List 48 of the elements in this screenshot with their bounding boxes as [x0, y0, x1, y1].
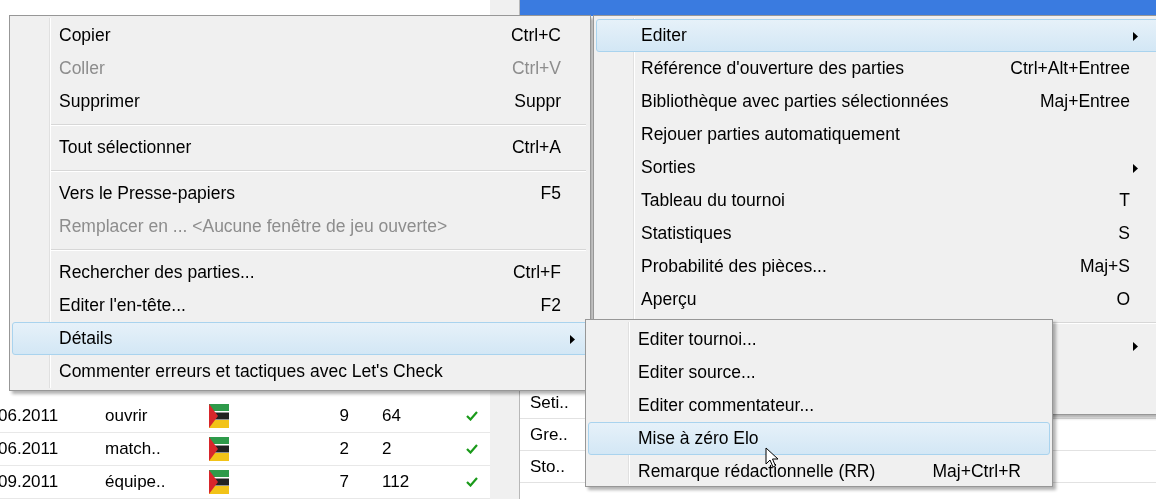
shortcut-text: T [1119, 190, 1130, 211]
shortcut-text: Maj+Entree [1040, 91, 1130, 112]
shortcut-text: Ctrl+C [510, 25, 561, 46]
menu-item[interactable]: Bibliothèque avec parties sélectionnées Maj+Entree [596, 85, 1156, 118]
shortcut-text: F2 [540, 295, 561, 316]
menu-item[interactable]: Tout sélectionner Ctrl+A [12, 131, 588, 164]
shortcut-text: Ctrl+Alt+Entree [1010, 58, 1130, 79]
menu-item[interactable]: Probabilité des pièces... Maj+S [596, 250, 1156, 283]
flag-icon [209, 470, 229, 494]
menu-item[interactable]: Copier Ctrl+C [12, 19, 588, 52]
table-cell-text: 9 [338, 406, 349, 426]
menu-item[interactable]: Editer commentateur... [588, 389, 1050, 422]
shortcut-text: Suppr [514, 91, 561, 112]
menu-item[interactable]: Editer source... [588, 356, 1050, 389]
menu-item[interactable]: Aperçu O [596, 283, 1156, 316]
shortcut-text: S [1118, 223, 1130, 244]
menu-item[interactable]: Rechercher des parties... Ctrl+F [12, 256, 588, 289]
menu-item[interactable]: Détails [12, 322, 588, 355]
menu-item[interactable]: Statistiques S [596, 217, 1156, 250]
table-cell-text: 7 [338, 472, 349, 492]
shortcut-text: Maj+Ctrl+R [932, 461, 1021, 482]
menu-item[interactable]: Editer tournoi... [588, 323, 1050, 356]
table-cell-text: ouvrir [105, 406, 149, 426]
shortcut-text: Maj+S [1079, 256, 1130, 277]
flag-icon [209, 404, 229, 428]
shortcut-text: Ctrl+F [512, 262, 561, 283]
menu-item[interactable]: Tableau du tournoi T [596, 184, 1156, 217]
menu-item[interactable]: Supprimer Suppr [12, 85, 588, 118]
menu-item[interactable]: Vers le Presse-papiers F5 [12, 177, 588, 210]
shortcut-text: O [1116, 289, 1130, 310]
table-cell-text: équipe.. [105, 472, 167, 492]
table-cell-text: 2 [338, 439, 349, 459]
menu-item[interactable]: Commenter erreurs et tactiques avec Let's Check [12, 355, 588, 388]
table-cell-text: match.. [105, 439, 162, 459]
shortcut-text: Ctrl+A [511, 137, 561, 158]
selected-row[interactable] [520, 0, 1156, 16]
menu-item[interactable]: Sorties [596, 151, 1156, 184]
table-cell-text: 112 [382, 472, 411, 492]
menu-item[interactable]: Editer [596, 19, 1156, 52]
menu-item[interactable]: Référence d'ouverture des parties Ctrl+Alt+Entree [596, 52, 1156, 85]
table-cell-text: 2 [382, 439, 393, 459]
table-cell-text: 64 [382, 406, 402, 426]
shortcut-text: Ctrl+V [511, 58, 561, 79]
menu-item[interactable]: Mise à zéro Elo [588, 422, 1050, 455]
menu-item[interactable]: Editer l'en-tête... F2 [12, 289, 588, 322]
menu-item[interactable]: Rejouer parties automatiquement [596, 118, 1156, 151]
shortcut-text: F5 [540, 183, 561, 204]
flag-icon [209, 437, 229, 461]
